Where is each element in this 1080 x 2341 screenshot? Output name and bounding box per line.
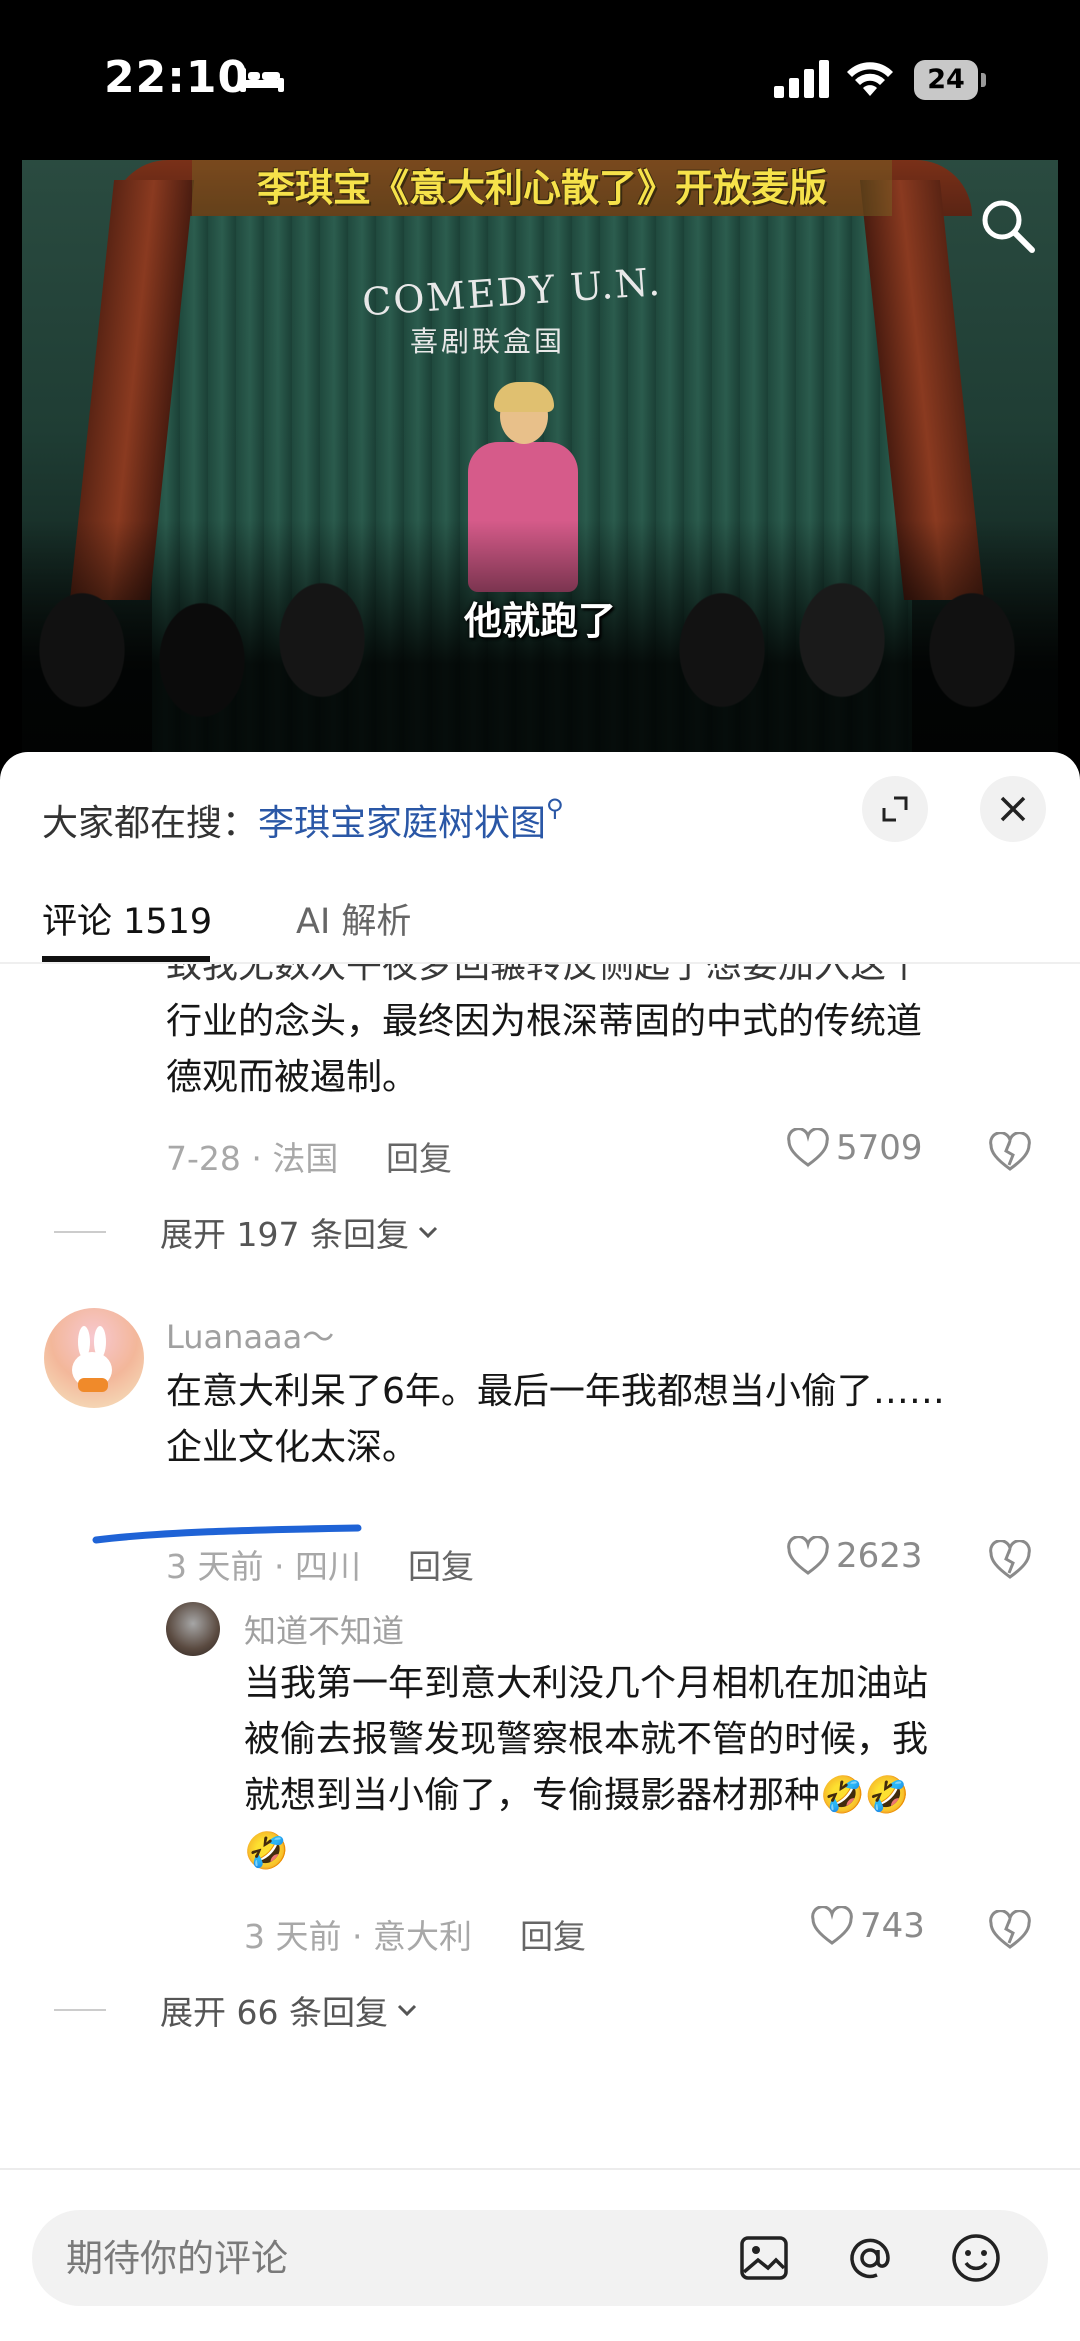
comment-meta: 3 天前 · 四川 <box>166 1547 361 1586</box>
status-time: 22:10 <box>104 52 250 103</box>
expand-replies-label: 展开 197 条回复 <box>160 1215 409 1254</box>
comment-line: 德观而被遏制。 <box>166 1057 419 1098</box>
sleep-focus-icon <box>240 68 284 92</box>
wifi-icon <box>847 62 893 96</box>
comment-username[interactable]: Luanaaa～ <box>166 1312 334 1358</box>
comment-sheet: 大家都在搜：李琪宝家庭树状图⚲ 评论 1519 AI 解析 致我无数次午夜梦回辗… <box>0 752 1080 2341</box>
expand-divider <box>54 1231 106 1233</box>
dislike-icon[interactable] <box>988 1910 1032 1950</box>
like-button[interactable]: 743 <box>810 1906 925 1946</box>
like-count: 743 <box>860 1906 925 1946</box>
image-button[interactable] <box>732 2226 796 2290</box>
heart-icon <box>787 1536 829 1575</box>
comment-meta: 7-28 · 法国 <box>166 1139 339 1178</box>
at-mention-icon <box>850 2238 890 2279</box>
expand-replies-label: 展开 66 条回复 <box>160 1993 388 2032</box>
close-icon <box>1000 796 1026 822</box>
search-small-icon: ⚲ <box>546 794 564 822</box>
reply-meta: 3 天前 · 意大利 <box>244 1917 472 1956</box>
comment-text: 致我无数次午夜梦回辗转反侧起了想要加入这个 行业的念头，最终因为根深蒂固的中式的… <box>166 964 1046 1106</box>
reply-button[interactable]: 回复 <box>408 1540 474 1588</box>
tab-comments[interactable]: 评论 1519 <box>42 882 212 962</box>
comment-composer <box>32 2210 1048 2306</box>
bunny-avatar-icon <box>72 1326 112 1392</box>
emoji-icon <box>952 2234 1000 2282</box>
status-bar: 22:10 24 <box>0 0 1080 160</box>
comment-list[interactable]: 致我无数次午夜梦回辗转反侧起了想要加入这个 行业的念头，最终因为根深蒂固的中式的… <box>0 964 1080 2168</box>
battery-indicator: 24 <box>914 60 986 100</box>
performer-hair <box>494 382 554 412</box>
battery-level: 24 <box>914 60 978 100</box>
expand-sheet-button[interactable] <box>862 776 928 842</box>
search-suggestion[interactable]: 大家都在搜：李琪宝家庭树状图⚲ <box>42 794 564 846</box>
reply-avatar[interactable] <box>166 1602 220 1656</box>
close-sheet-button[interactable] <box>980 776 1046 842</box>
dislike-icon[interactable] <box>988 1540 1032 1580</box>
reply-text: 当我第一年到意大利没几个月相机在加油站 被偷去报警发现警察根本就不管的时候，我 … <box>244 1656 1044 1880</box>
chevron-down-icon <box>397 2004 417 2017</box>
like-button[interactable]: 5709 <box>786 1128 923 1168</box>
mention-button[interactable] <box>838 2226 902 2290</box>
dislike-icon[interactable] <box>988 1132 1032 1172</box>
reply-button[interactable]: 回复 <box>386 1132 452 1180</box>
video-subtitle: 他就跑了 <box>463 599 616 643</box>
search-suggestion-keyword[interactable]: 李琪宝家庭树状图 <box>258 803 546 844</box>
search-suggestion-prefix: 大家都在搜： <box>42 803 259 844</box>
reply-username[interactable]: 知道不知道 <box>244 1606 404 1652</box>
battery-tip <box>981 73 986 87</box>
video-title: 李琪宝《意大利心散了》开放麦版 <box>192 160 892 216</box>
cellular-signal-icon <box>774 60 829 98</box>
reply-line: 当我第一年到意大利没几个月相机在加油站 <box>244 1663 929 1704</box>
comment-text: 在意大利呆了6年。最后一年我都想当小偷了…… 企业文化太深。 <box>166 1364 1046 1476</box>
like-button[interactable]: 2623 <box>786 1536 923 1576</box>
heart-icon <box>787 1128 829 1167</box>
comment-line: 在意大利呆了6年。最后一年我都想当小偷了…… <box>166 1371 945 1412</box>
comment-line: 企业文化太深。 <box>166 1427 419 1468</box>
chevron-down-icon <box>418 1226 438 1239</box>
emoji-button[interactable] <box>944 2226 1008 2290</box>
reply-line: 就想到当小偷了，专偷摄影器材那种🤣🤣 <box>244 1775 910 1816</box>
reply-line: 被偷去报警发现警察根本就不管的时候，我 <box>244 1719 929 1760</box>
search-icon[interactable] <box>976 194 1040 258</box>
comment-line: 致我无数次午夜梦回辗转反侧起了想要加入这个 <box>166 964 923 986</box>
avatar[interactable] <box>44 1308 144 1408</box>
composer-divider <box>0 2168 1080 2170</box>
reply-line: 🤣 <box>244 1831 289 1872</box>
comment-input[interactable] <box>66 2210 466 2306</box>
stage-sign-chinese: 喜剧联盒国 <box>410 325 566 358</box>
expand-divider <box>54 2009 106 2011</box>
expand-icon <box>882 796 908 822</box>
video-player[interactable]: 李琪宝《意大利心散了》开放麦版 COMEDY U.N. 喜剧联盒国 他就跑了 <box>22 160 1058 760</box>
expand-replies-button[interactable]: 展开 66 条回复 <box>54 1986 420 2034</box>
like-count: 5709 <box>836 1128 923 1168</box>
like-count: 2623 <box>836 1536 923 1576</box>
tab-ai-analysis[interactable]: AI 解析 <box>296 882 411 962</box>
heart-icon <box>811 1906 853 1945</box>
image-icon <box>740 2236 788 2280</box>
comment-tabs: 评论 1519 AI 解析 <box>0 882 1080 962</box>
reply-button[interactable]: 回复 <box>520 1910 586 1958</box>
comment-line: 行业的念头，最终因为根深蒂固的中式的传统道 <box>166 1001 923 1042</box>
expand-replies-button[interactable]: 展开 197 条回复 <box>54 1208 441 1256</box>
